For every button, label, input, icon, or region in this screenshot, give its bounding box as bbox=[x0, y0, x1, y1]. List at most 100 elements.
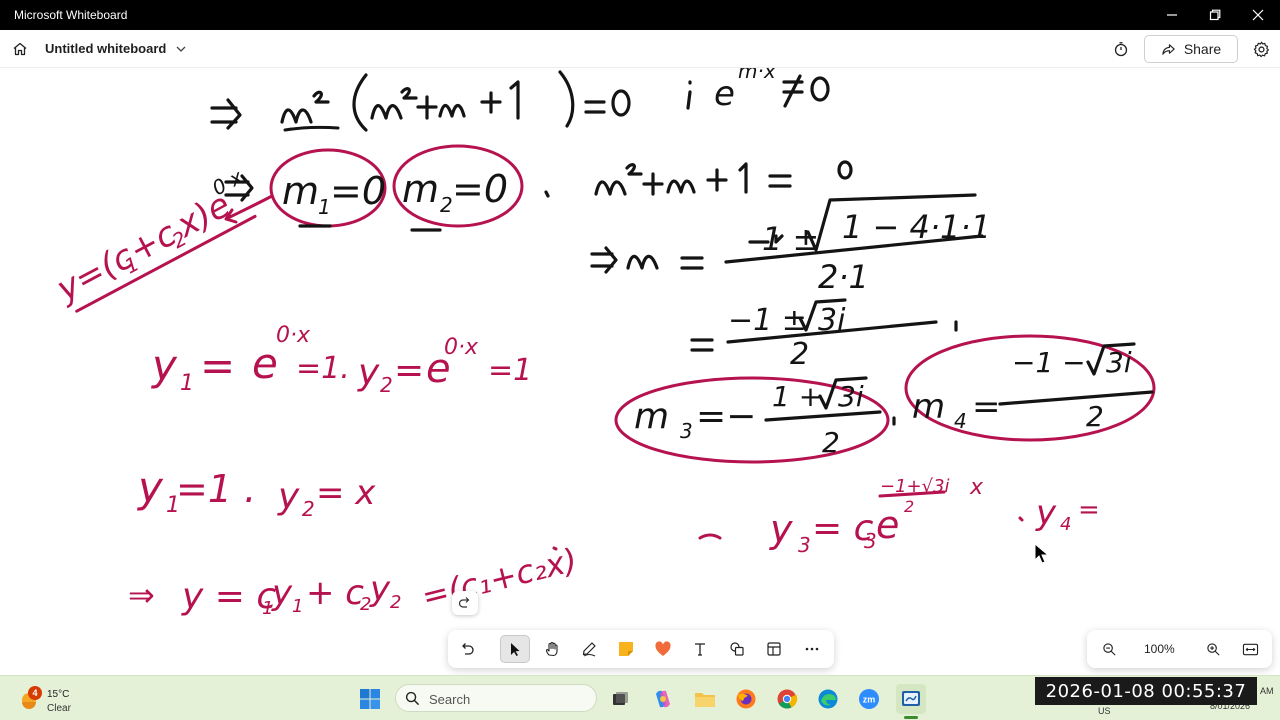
whiteboard-canvas[interactable]: e m·x y=(c 1 +c 2 x)e 0·x m 1 =0 m 2 =0 bbox=[0, 68, 1280, 675]
svg-text:m·x: m·x bbox=[738, 68, 776, 83]
shapes-tool[interactable] bbox=[722, 635, 752, 663]
svg-text:y=(c: y=(c bbox=[49, 236, 140, 310]
svg-text:e: e bbox=[714, 74, 735, 114]
svg-text:y: y bbox=[271, 573, 293, 613]
svg-text:0·x: 0·x bbox=[444, 335, 479, 360]
restore-icon bbox=[1209, 9, 1221, 21]
zoom-out-button[interactable] bbox=[1099, 639, 1119, 659]
hand-icon bbox=[545, 641, 558, 657]
svg-text:2: 2 bbox=[822, 426, 840, 459]
taskbar-search[interactable]: Search bbox=[395, 684, 597, 712]
ink-quadratic bbox=[594, 160, 853, 196]
edge-button[interactable] bbox=[813, 684, 843, 714]
home-icon bbox=[13, 42, 27, 56]
svg-text:y: y bbox=[769, 507, 793, 551]
shapes-icon bbox=[730, 642, 744, 656]
home-button[interactable] bbox=[8, 37, 32, 61]
chrome-button[interactable] bbox=[772, 684, 802, 714]
svg-text:y: y bbox=[1035, 493, 1057, 533]
close-icon bbox=[1252, 9, 1264, 21]
svg-text:y: y bbox=[369, 569, 391, 609]
window-title-bar: Microsoft Whiteboard bbox=[0, 0, 1280, 30]
svg-text:2: 2 bbox=[790, 337, 809, 372]
firefox-icon bbox=[736, 689, 756, 709]
svg-text:=0: =0 bbox=[452, 167, 508, 211]
heart-icon bbox=[655, 641, 671, 656]
share-label: Share bbox=[1183, 41, 1222, 57]
sticky-note-tool[interactable] bbox=[611, 635, 641, 663]
svg-text:2: 2 bbox=[302, 497, 315, 521]
ink-layer: e m·x y=(c 1 +c 2 x)e 0·x m 1 =0 m 2 =0 bbox=[49, 68, 1156, 619]
select-tool[interactable] bbox=[500, 635, 530, 663]
text-tool[interactable] bbox=[685, 635, 715, 663]
start-button[interactable] bbox=[355, 684, 385, 714]
undo-button[interactable] bbox=[452, 635, 482, 663]
settings-button[interactable] bbox=[1250, 38, 1272, 60]
svg-text:1: 1 bbox=[292, 596, 303, 617]
redo-icon bbox=[458, 597, 470, 608]
svg-text:−1 ±: −1 ± bbox=[728, 303, 807, 338]
svg-text:3i: 3i bbox=[838, 380, 864, 413]
firefox-button[interactable] bbox=[731, 684, 761, 714]
board-title[interactable]: Untitled whiteboard bbox=[45, 41, 166, 56]
tray-time[interactable]: AM bbox=[1260, 686, 1274, 696]
task-view-button[interactable] bbox=[605, 684, 635, 714]
timestamp-overlay: 2026-01-08 00:55:37 bbox=[1035, 677, 1257, 705]
svg-text:y: y bbox=[277, 476, 300, 517]
svg-text:e: e bbox=[252, 339, 278, 388]
app-header: Untitled whiteboard Share bbox=[0, 30, 1280, 68]
ink-simplified-roots: −1 ± 3i 2 bbox=[690, 298, 958, 372]
svg-text:4: 4 bbox=[954, 409, 967, 433]
timer-icon bbox=[1114, 42, 1128, 57]
chevron-down-icon[interactable] bbox=[175, 43, 187, 55]
close-button[interactable] bbox=[1236, 0, 1280, 30]
weather-widget[interactable]: 4 15°C Clear bbox=[18, 682, 108, 716]
tray-lang[interactable]: US bbox=[1098, 706, 1111, 716]
template-icon bbox=[767, 642, 781, 656]
zoom-app-icon: zm bbox=[859, 689, 879, 709]
more-tools-button[interactable] bbox=[797, 635, 827, 663]
ink-roots-m1-m2: m 1 =0 m 2 =0 bbox=[224, 144, 550, 232]
text-icon bbox=[695, 643, 705, 656]
svg-text:m: m bbox=[912, 387, 945, 427]
timer-button[interactable] bbox=[1110, 38, 1132, 60]
mouse-cursor-icon bbox=[1034, 543, 1050, 564]
svg-text:1 +: 1 + bbox=[772, 380, 822, 413]
share-button[interactable]: Share bbox=[1144, 35, 1238, 63]
zoom-app-button[interactable]: zm bbox=[854, 684, 884, 714]
svg-text:2·1: 2·1 bbox=[818, 258, 869, 296]
zoom-in-button[interactable] bbox=[1203, 639, 1223, 659]
whiteboard-app-button[interactable] bbox=[896, 684, 926, 714]
task-view-icon bbox=[613, 692, 628, 705]
search-icon bbox=[405, 691, 420, 706]
pen-icon bbox=[582, 642, 596, 657]
template-tool[interactable] bbox=[759, 635, 789, 663]
pen-tool[interactable] bbox=[574, 635, 604, 663]
share-icon bbox=[1162, 43, 1175, 55]
hand-tool[interactable] bbox=[537, 635, 567, 663]
more-icon bbox=[805, 647, 819, 651]
svg-text:m: m bbox=[634, 396, 669, 437]
copilot-button[interactable] bbox=[648, 684, 678, 714]
copilot-icon bbox=[656, 690, 670, 708]
redo-button[interactable] bbox=[452, 591, 478, 615]
zoom-level[interactable]: 100% bbox=[1144, 642, 1175, 656]
svg-text:e: e bbox=[876, 503, 899, 547]
svg-text:y: y bbox=[136, 463, 164, 512]
ink-y1-y2-first: y 1 = e 0·x =1. y 2 = e 0·x =1 bbox=[150, 323, 532, 397]
ink-root-m3: m 3 =− 1 + 3i 2 bbox=[614, 376, 896, 464]
edge-icon bbox=[818, 689, 838, 709]
restore-button[interactable] bbox=[1193, 0, 1237, 30]
reaction-tool[interactable] bbox=[648, 635, 678, 663]
svg-text:=1: =1 bbox=[488, 353, 532, 388]
minimize-button[interactable] bbox=[1150, 0, 1194, 30]
active-app-indicator bbox=[904, 716, 918, 719]
svg-text:2: 2 bbox=[380, 373, 393, 397]
fit-to-screen-button[interactable] bbox=[1240, 639, 1260, 659]
file-explorer-button[interactable] bbox=[690, 684, 720, 714]
svg-text:1: 1 bbox=[180, 371, 194, 396]
sticky-note-icon bbox=[619, 642, 633, 656]
svg-text:1 − 4·1·1: 1 − 4·1·1 bbox=[842, 208, 991, 246]
svg-text:=(c₁+c₂x): =(c₁+c₂x) bbox=[418, 541, 581, 616]
zoom-in-icon bbox=[1206, 642, 1220, 656]
